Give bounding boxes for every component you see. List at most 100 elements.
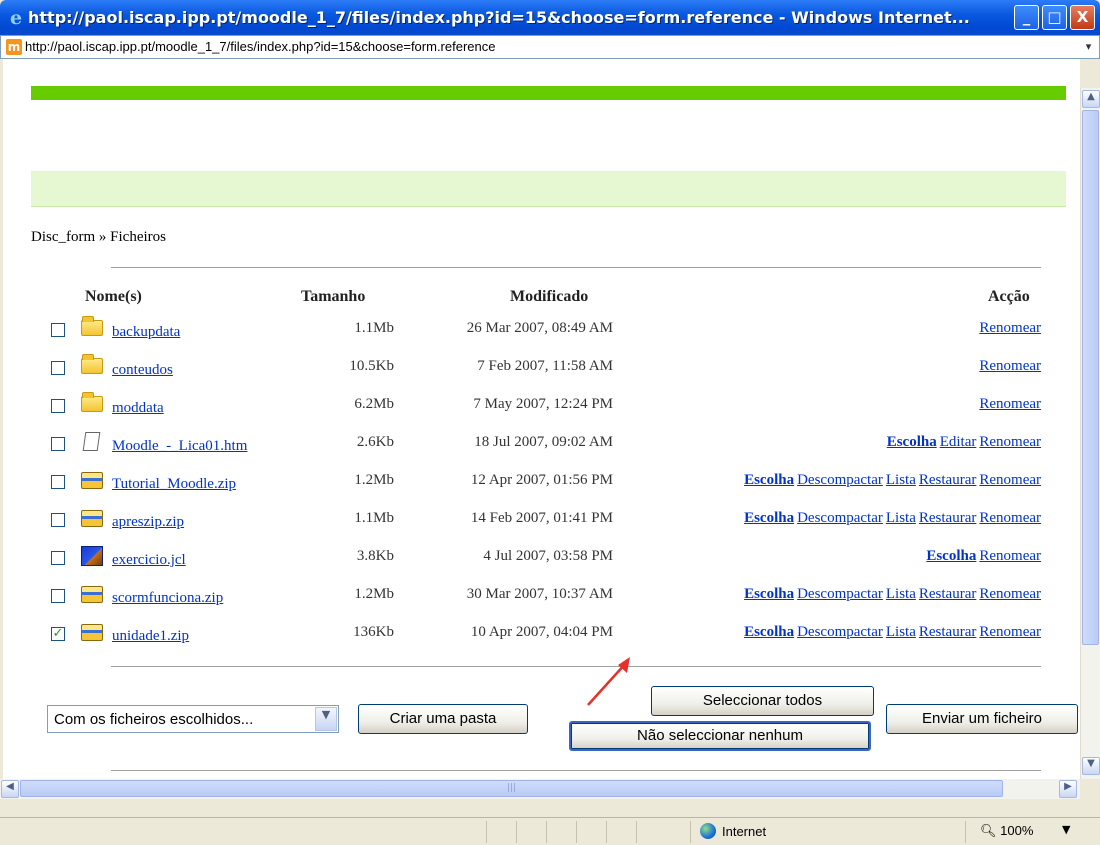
column-header-size: Tamanho (301, 288, 366, 305)
file-checkbox[interactable] (51, 589, 65, 603)
action-renomear-link[interactable]: Renomear (979, 358, 1041, 374)
maximize-button[interactable]: □ (1042, 5, 1067, 30)
column-header-action: Acção (988, 288, 1030, 305)
address-url[interactable]: http://paol.iscap.ipp.pt/moodle_1_7/file… (25, 39, 495, 54)
file-actions: Renomear (976, 396, 1041, 413)
chevron-down-icon[interactable]: ▼ (1062, 823, 1070, 836)
create-folder-button[interactable]: Criar uma pasta (358, 704, 528, 734)
action-descompactar-link[interactable]: Descompactar (797, 624, 883, 640)
action-escolha-link[interactable]: Escolha (744, 586, 794, 602)
file-name-link[interactable]: moddata (112, 400, 164, 417)
file-name-link[interactable]: conteudos (112, 362, 173, 379)
file-checkbox[interactable] (51, 475, 65, 489)
status-divider (516, 821, 517, 843)
file-name-link[interactable]: unidade1.zip (112, 628, 189, 645)
internet-explorer-icon: e (9, 7, 23, 29)
file-checkbox[interactable] (51, 513, 65, 527)
action-descompactar-link[interactable]: Descompactar (797, 586, 883, 602)
file-row: apreszip.zip 1.1Mb 14 Feb 2007, 01:41 PM Es… (3, 506, 1080, 540)
status-divider (486, 821, 487, 843)
file-name-link[interactable]: Moodle_-_Lica01.htm (112, 438, 247, 455)
action-renomear-link[interactable]: Renomear (979, 472, 1041, 488)
action-renomear-link[interactable]: Renomear (979, 396, 1041, 412)
file-checkbox[interactable] (51, 323, 65, 337)
chevron-down-icon[interactable]: ▾ (1080, 38, 1097, 56)
file-checkbox[interactable] (51, 399, 65, 413)
header-green-bar (31, 86, 1066, 100)
action-lista-link[interactable]: Lista (886, 472, 916, 488)
scroll-up-icon[interactable]: ▲ (1082, 90, 1100, 108)
html-file-icon (81, 432, 105, 452)
file-actions: Escolha Renomear (923, 548, 1041, 565)
file-checkbox[interactable] (51, 551, 65, 565)
action-restaurar-link[interactable]: Restaurar (919, 586, 976, 602)
file-actions: Renomear (976, 320, 1041, 337)
chevron-down-icon[interactable]: ▼ (315, 707, 337, 731)
scroll-left-icon[interactable]: ◀ (1, 780, 19, 798)
upload-file-button[interactable]: Enviar um ficheiro (886, 704, 1078, 734)
file-checkbox[interactable]: ✓ (51, 627, 65, 641)
action-lista-link[interactable]: Lista (886, 510, 916, 526)
action-restaurar-link[interactable]: Restaurar (919, 472, 976, 488)
action-lista-link[interactable]: Lista (886, 624, 916, 640)
action-restaurar-link[interactable]: Restaurar (919, 510, 976, 526)
divider (111, 267, 1041, 268)
status-divider (606, 821, 607, 843)
status-divider (636, 821, 637, 843)
vertical-scrollbar[interactable]: ▲ ▼ (1080, 88, 1100, 779)
action-descompactar-link[interactable]: Descompactar (797, 472, 883, 488)
action-escolha-link[interactable]: Escolha (744, 510, 794, 526)
file-name-link[interactable]: Tutorial_Moodle.zip (112, 476, 236, 493)
action-restaurar-link[interactable]: Restaurar (919, 624, 976, 640)
action-lista-link[interactable]: Lista (886, 586, 916, 602)
status-bar: Internet 🔍︎ 100% ▼ (0, 817, 1100, 845)
folder-icon (81, 392, 105, 414)
status-divider (546, 821, 547, 843)
minimize-button[interactable]: _ (1014, 5, 1039, 30)
horizontal-scrollbar[interactable]: ◀ ||| ▶ (0, 779, 1080, 799)
action-escolha-link[interactable]: Escolha (887, 434, 937, 450)
file-name-link[interactable]: apreszip.zip (112, 514, 184, 531)
scroll-down-icon[interactable]: ▼ (1082, 757, 1100, 775)
selected-files-action-select[interactable]: Com os ficheiros escolhidos... ▼ (47, 705, 339, 733)
status-divider (690, 821, 691, 843)
select-none-button[interactable]: Não seleccionar nenhum (569, 721, 871, 751)
action-editar-link[interactable]: Editar (940, 434, 977, 450)
file-checkbox[interactable] (51, 361, 65, 375)
zip-file-icon (81, 470, 105, 490)
file-checkbox[interactable] (51, 437, 65, 451)
action-escolha-link[interactable]: Escolha (744, 624, 794, 640)
action-renomear-link[interactable]: Renomear (979, 624, 1041, 640)
file-row: Moodle_-_Lica01.htm 2.6Kb 18 Jul 2007, 09:… (3, 430, 1080, 464)
file-modified: 7 May 2007, 12:24 PM (473, 396, 613, 412)
close-button[interactable]: X (1070, 5, 1095, 30)
file-name-link[interactable]: backupdata (112, 324, 180, 341)
action-renomear-link[interactable]: Renomear (979, 320, 1041, 336)
action-renomear-link[interactable]: Renomear (979, 586, 1041, 602)
action-escolha-link[interactable]: Escolha (926, 548, 976, 564)
window-title: http://paol.iscap.ipp.pt/moodle_1_7/file… (28, 8, 970, 27)
action-renomear-link[interactable]: Renomear (979, 548, 1041, 564)
vertical-scroll-thumb[interactable] (1082, 110, 1099, 645)
address-bar[interactable]: m http://paol.iscap.ipp.pt/moodle_1_7/fi… (0, 35, 1100, 59)
file-actions: Escolha Descompactar Lista Restaurar Renomea… (741, 624, 1041, 641)
file-name-link[interactable]: exercicio.jcl (112, 552, 186, 569)
file-size: 10.5Kb (349, 358, 394, 374)
action-renomear-link[interactable]: Renomear (979, 510, 1041, 526)
window-titlebar[interactable]: e http://paol.iscap.ipp.pt/moodle_1_7/fi… (0, 0, 1100, 35)
zone-label: Internet (722, 824, 767, 839)
jcl-file-icon (81, 546, 105, 566)
divider (111, 666, 1041, 667)
scroll-right-icon[interactable]: ▶ (1059, 780, 1077, 798)
action-renomear-link[interactable]: Renomear (979, 434, 1041, 450)
action-descompactar-link[interactable]: Descompactar (797, 510, 883, 526)
file-actions: Escolha Descompactar Lista Restaurar Renomea… (741, 586, 1041, 603)
action-escolha-link[interactable]: Escolha (744, 472, 794, 488)
file-actions: Escolha Descompactar Lista Restaurar Renomea… (741, 472, 1041, 489)
file-row: ✓ unidade1.zip 136Kb 10 Apr 2007, 04:04 PM E… (3, 620, 1080, 654)
file-row: exercicio.jcl 3.8Kb 4 Jul 2007, 03:58 PM Es… (3, 544, 1080, 578)
select-all-button[interactable]: Seleccionar todos (651, 686, 874, 716)
horizontal-scroll-thumb[interactable]: ||| (20, 780, 1003, 797)
zoom-level[interactable]: 🔍︎ 100% (980, 823, 1033, 839)
file-name-link[interactable]: scormfunciona.zip (112, 590, 223, 607)
